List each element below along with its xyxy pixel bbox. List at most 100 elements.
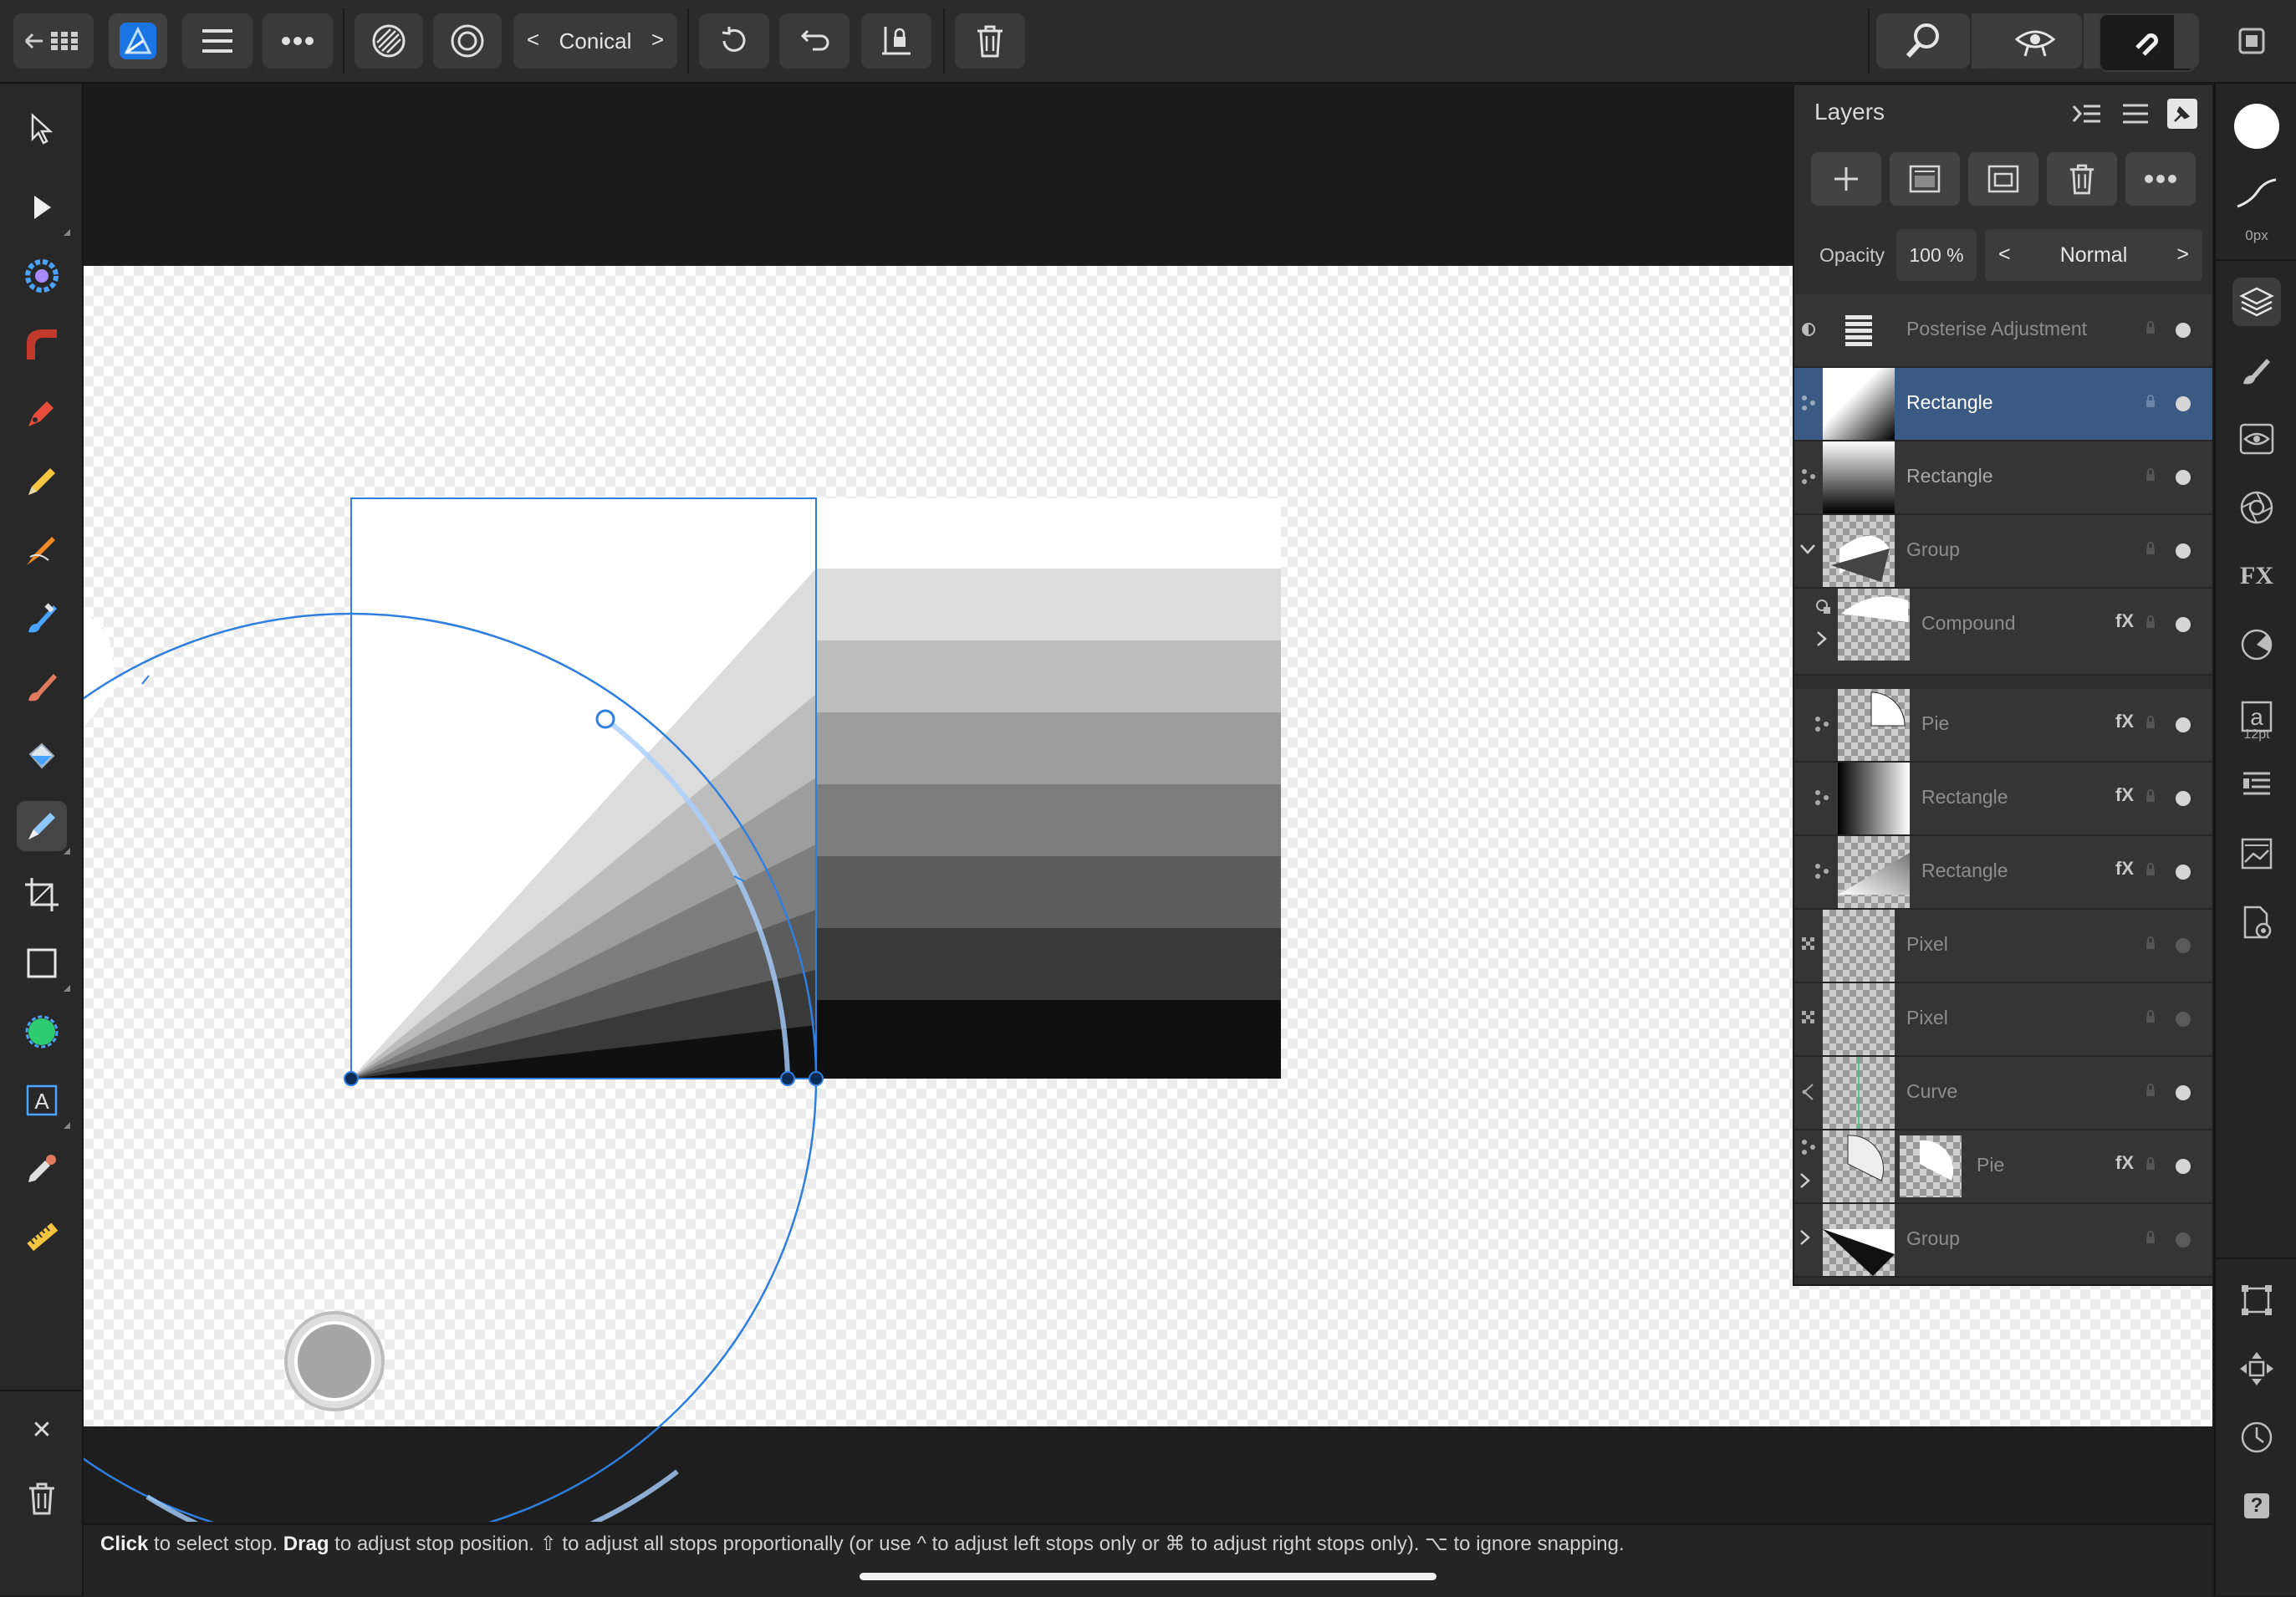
expand-group-chevron[interactable] [1799, 535, 1816, 561]
expand-pie-chevron[interactable] [1799, 1169, 1811, 1195]
swatches-tab[interactable] [2232, 483, 2281, 532]
lock-icon[interactable] [2145, 615, 2156, 629]
lock-icon[interactable] [2145, 395, 2156, 408]
expand-group-chevron[interactable] [1799, 1226, 1811, 1252]
navigator-tab[interactable] [2232, 1344, 2281, 1393]
lock-icon[interactable] [2145, 1084, 2156, 1097]
paragraph-tab[interactable] [2232, 761, 2281, 809]
posterise-icon [1845, 315, 1872, 346]
visibility-dot[interactable] [2176, 1085, 2191, 1100]
effects-badge[interactable]: fX [2115, 711, 2134, 732]
collapse-layers-button[interactable] [2070, 97, 2104, 130]
gradient-end-stop-handle[interactable] [780, 1071, 795, 1086]
layer-row[interactable]: Rectangle fX [1794, 836, 2212, 910]
stop-color-well[interactable] [294, 1321, 375, 1401]
expand-compound-chevron[interactable] [1816, 627, 1828, 653]
visibility-dot[interactable] [2176, 470, 2191, 485]
effects-tab[interactable]: FX [2232, 552, 2281, 600]
stroke-well[interactable] [2232, 169, 2281, 217]
layer-row[interactable]: Pie fX [1794, 689, 2212, 763]
layer-row-selected[interactable]: Rectangle [1794, 368, 2212, 441]
layer-row[interactable]: Pixel [1794, 910, 2212, 983]
assets-tab[interactable] [2232, 829, 2281, 878]
document-settings-tab[interactable] [2232, 898, 2281, 946]
visibility-dot[interactable] [2176, 717, 2191, 732]
visibility-dot[interactable] [2176, 1159, 2191, 1174]
layers-title: Layers [1814, 99, 1885, 125]
lock-icon[interactable] [2145, 789, 2156, 803]
color-tab[interactable] [2232, 620, 2281, 669]
home-indicator[interactable] [860, 1573, 1436, 1580]
history-tab[interactable] [2232, 1413, 2281, 1462]
blend-mode-selector[interactable]: < Normal > [1985, 229, 2202, 281]
document-gear-icon [2243, 906, 2272, 939]
lock-icon[interactable] [2145, 321, 2156, 334]
lock-icon[interactable] [2145, 716, 2156, 729]
layer-row[interactable]: Rectangle [1794, 441, 2212, 515]
context-status-bar: Click to select stop. Drag to adjust sto… [84, 1523, 2212, 1597]
layer-row[interactable]: Posterise Adjustment [1794, 294, 2212, 368]
appearance-tab[interactable] [2232, 415, 2281, 463]
layer-name: Rectangle [1921, 860, 2008, 881]
layers-panel: Layers Opacity 100 % < Normal > Posteris… [1793, 84, 2214, 1286]
layer-thumbnail [1823, 441, 1895, 513]
chevron-down-icon [1800, 544, 1815, 554]
posterised-rectangle[interactable] [816, 498, 1281, 1079]
lock-icon[interactable] [2145, 936, 2156, 950]
layer-row[interactable]: Curve [1794, 1057, 2212, 1130]
add-mask-button[interactable] [1890, 152, 1960, 206]
visibility-dot[interactable] [2176, 791, 2191, 806]
layer-thumbnail [1823, 1204, 1895, 1276]
layer-row[interactable]: Pixel [1794, 983, 2212, 1057]
compound-indicator-icon [1816, 600, 1830, 614]
layer-thumbnail [1823, 1057, 1895, 1129]
effects-badge[interactable]: fX [2115, 610, 2134, 632]
help-tab[interactable]: ? [2232, 1482, 2281, 1530]
lock-icon[interactable] [2145, 1231, 2156, 1244]
layer-row[interactable]: Pie fX [1794, 1130, 2212, 1204]
lock-icon[interactable] [2145, 1010, 2156, 1023]
gradient-end-handle[interactable] [809, 1071, 824, 1086]
layer-options-button[interactable] [2125, 152, 2196, 206]
delete-layer-button[interactable] [2047, 152, 2117, 206]
lock-icon[interactable] [2145, 863, 2156, 876]
lock-icon[interactable] [2145, 542, 2156, 555]
visibility-dot[interactable] [2176, 396, 2191, 411]
layers-tab[interactable] [2232, 278, 2281, 326]
visibility-dot[interactable] [2176, 1012, 2191, 1027]
fill-color-well[interactable] [2232, 102, 2281, 151]
layer-row[interactable]: Group [1794, 1204, 2212, 1278]
visibility-dot[interactable] [2176, 1232, 2191, 1247]
add-layer-button[interactable] [1811, 152, 1881, 206]
transform-tab[interactable] [2232, 1276, 2281, 1324]
lock-icon[interactable] [2145, 1157, 2156, 1171]
effects-badge[interactable]: fX [2115, 858, 2134, 880]
layers-menu-button[interactable] [2119, 97, 2152, 130]
pixel-indicator-icon [1802, 937, 1814, 950]
brushes-tab[interactable] [2232, 346, 2281, 395]
visibility-dot[interactable] [2176, 617, 2191, 632]
effects-badge[interactable]: fX [2115, 784, 2134, 806]
visibility-dot[interactable] [2176, 865, 2191, 880]
blend-prev-button[interactable]: < [1998, 242, 2011, 267]
text-glyph: a [2250, 704, 2263, 730]
opacity-field[interactable]: 100 % [1896, 229, 1977, 281]
conical-gradient-rectangle[interactable] [351, 498, 816, 1079]
layer-name: Rectangle [1921, 786, 2008, 808]
layer-name: Pie [1921, 712, 1950, 734]
layer-row[interactable]: Compound fX [1794, 589, 2212, 676]
pin-panel-button[interactable] [2167, 99, 2197, 129]
add-group-button[interactable] [1968, 152, 2038, 206]
visibility-dot[interactable] [2176, 323, 2191, 338]
layer-row[interactable]: Rectangle fX [1794, 763, 2212, 836]
blend-next-button[interactable]: > [2176, 242, 2189, 267]
gradient-stop-handle[interactable] [595, 709, 615, 729]
effects-badge[interactable]: fX [2115, 1152, 2134, 1174]
visibility-dot[interactable] [2176, 543, 2191, 559]
layer-row[interactable]: Group [1794, 515, 2212, 589]
status-click: Click [100, 1533, 149, 1555]
gradient-start-handle[interactable] [344, 1071, 359, 1086]
visibility-dot[interactable] [2176, 938, 2191, 953]
layer-thumbnail [1823, 368, 1895, 440]
lock-icon[interactable] [2145, 468, 2156, 482]
